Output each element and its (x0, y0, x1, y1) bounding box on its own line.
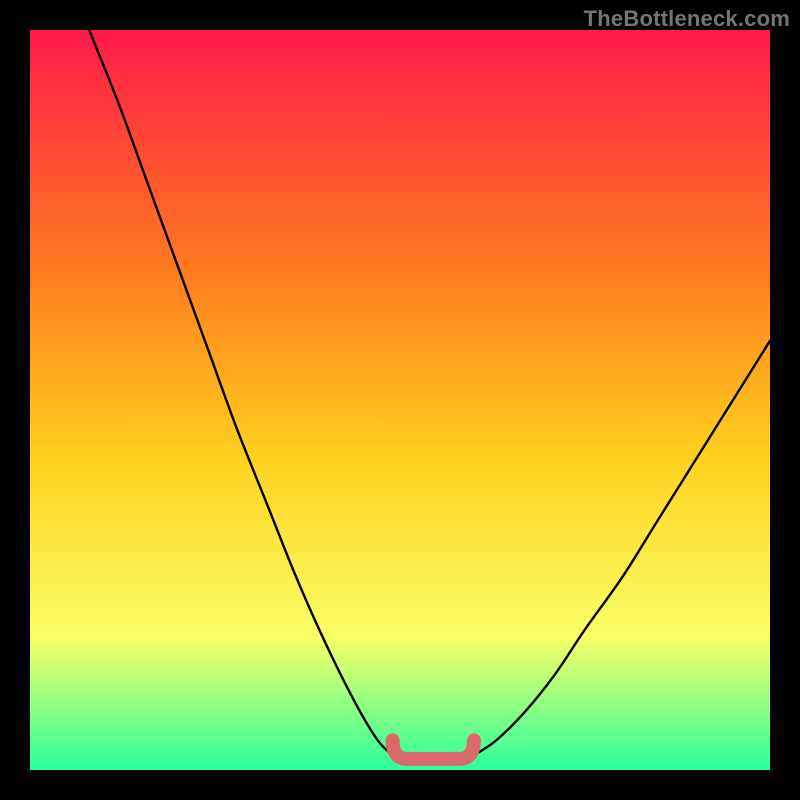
watermark-text: TheBottleneck.com (584, 6, 790, 32)
gradient-background (30, 30, 770, 770)
plot-area (30, 30, 770, 770)
chart-frame: TheBottleneck.com (0, 0, 800, 800)
bottleneck-curve-chart (30, 30, 770, 770)
marker-dot (386, 733, 400, 747)
